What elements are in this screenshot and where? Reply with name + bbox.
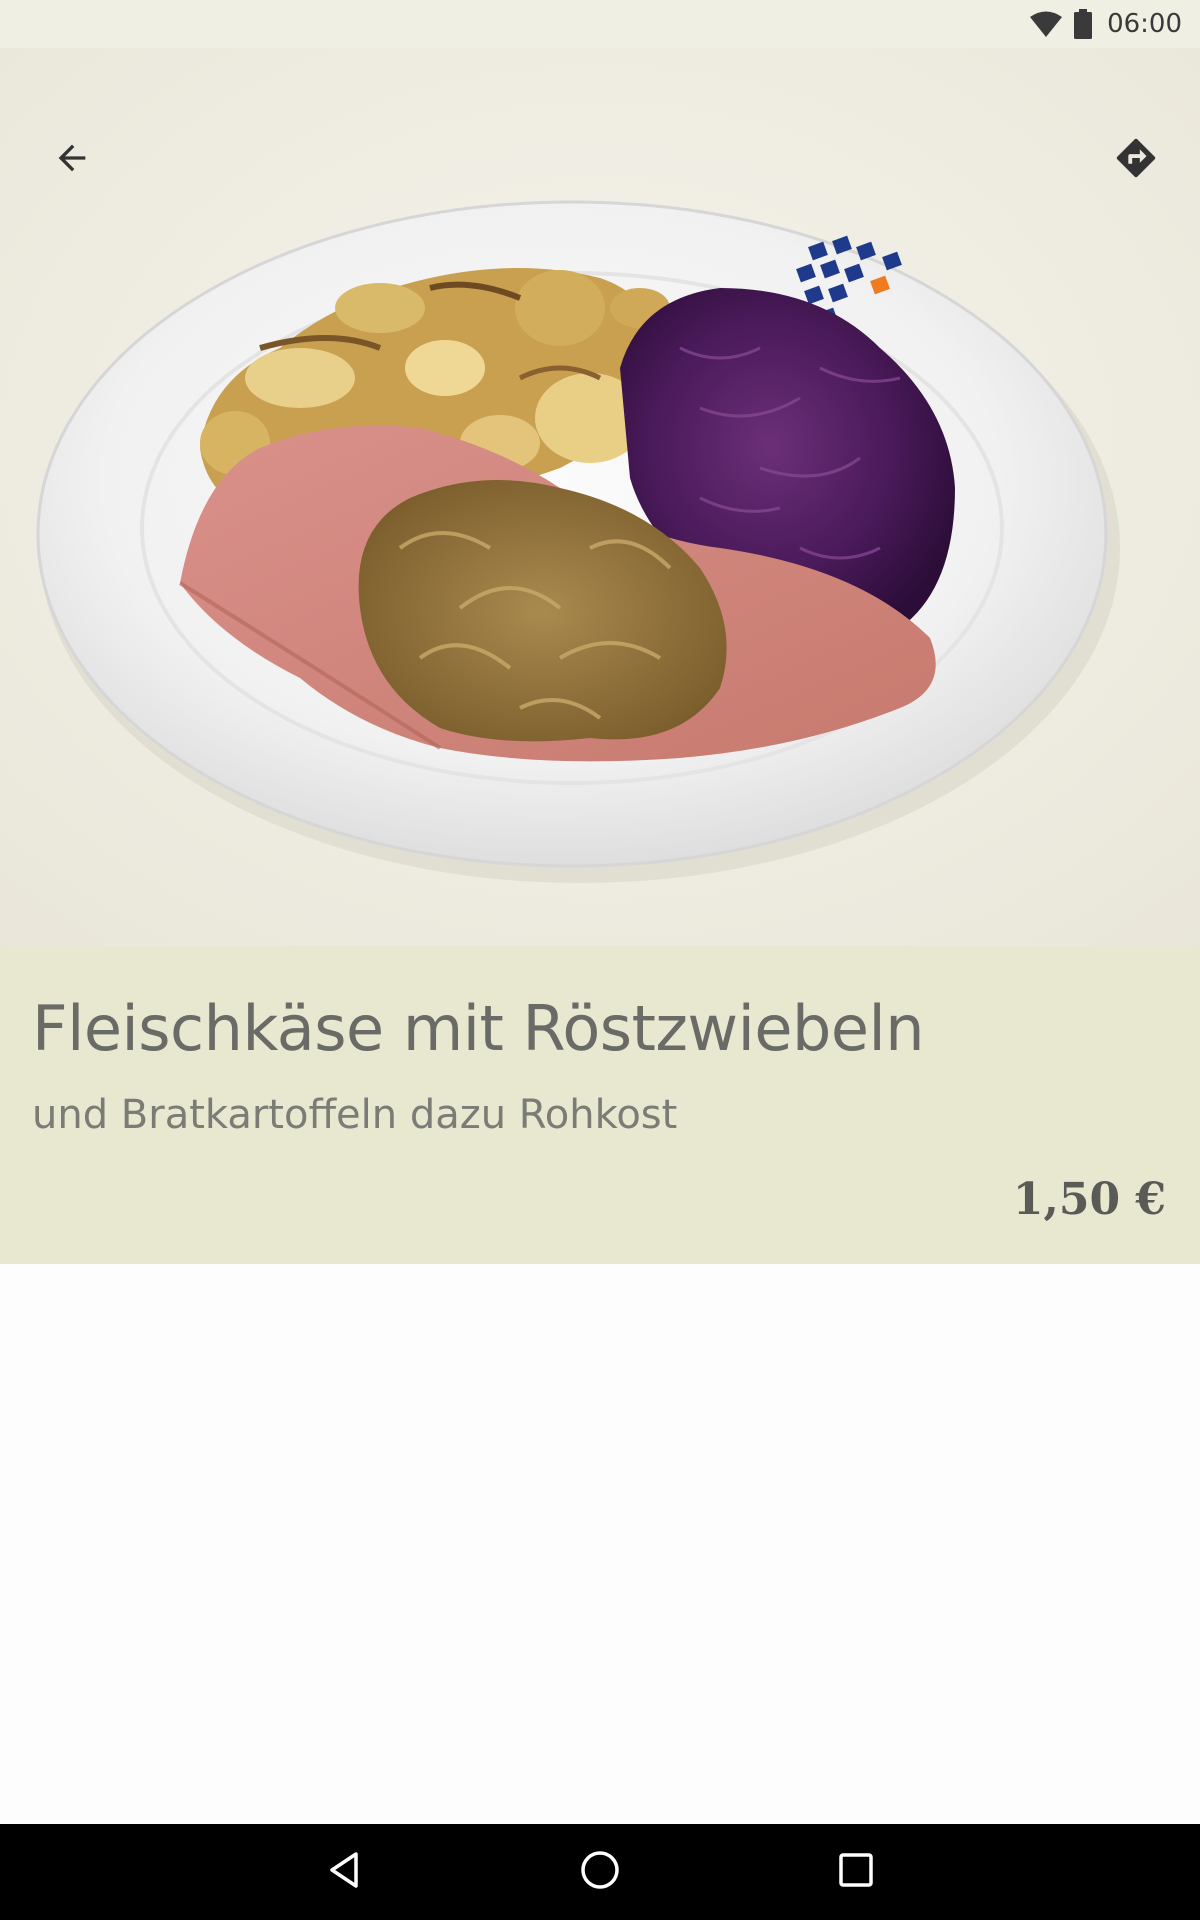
nav-back-icon <box>324 1850 364 1895</box>
dish-title: Fleischkäse mit Röstzwiebeln <box>32 992 925 1065</box>
back-button[interactable] <box>36 124 108 196</box>
dish-detail-screen: 06:00 Fleischkäse mit Röstzwiebeln und B… <box>0 0 1200 1920</box>
wifi-icon <box>1029 10 1063 38</box>
nav-home-icon <box>579 1849 621 1896</box>
status-bar: 06:00 <box>0 0 1200 48</box>
nav-home-button[interactable] <box>552 1824 648 1920</box>
nav-recents-button[interactable] <box>808 1824 904 1920</box>
dish-subtitle: und Bratkartoffeln dazu Rohkost <box>32 1092 678 1138</box>
battery-icon <box>1073 9 1093 39</box>
nav-back-button[interactable] <box>296 1824 392 1920</box>
system-nav-bar <box>0 1824 1200 1920</box>
dish-info-panel: Fleischkäse mit Röstzwiebeln und Bratkar… <box>0 946 1200 1264</box>
dish-price: 1,50 € <box>1012 1174 1166 1225</box>
dish-photo-illustration <box>0 48 1200 946</box>
arrow-back-icon <box>52 138 92 183</box>
status-time: 06:00 <box>1107 9 1182 39</box>
nav-recents-icon <box>837 1851 875 1894</box>
directions-button[interactable] <box>1100 124 1172 196</box>
dish-photo <box>0 48 1200 946</box>
directions-icon <box>1113 135 1159 186</box>
